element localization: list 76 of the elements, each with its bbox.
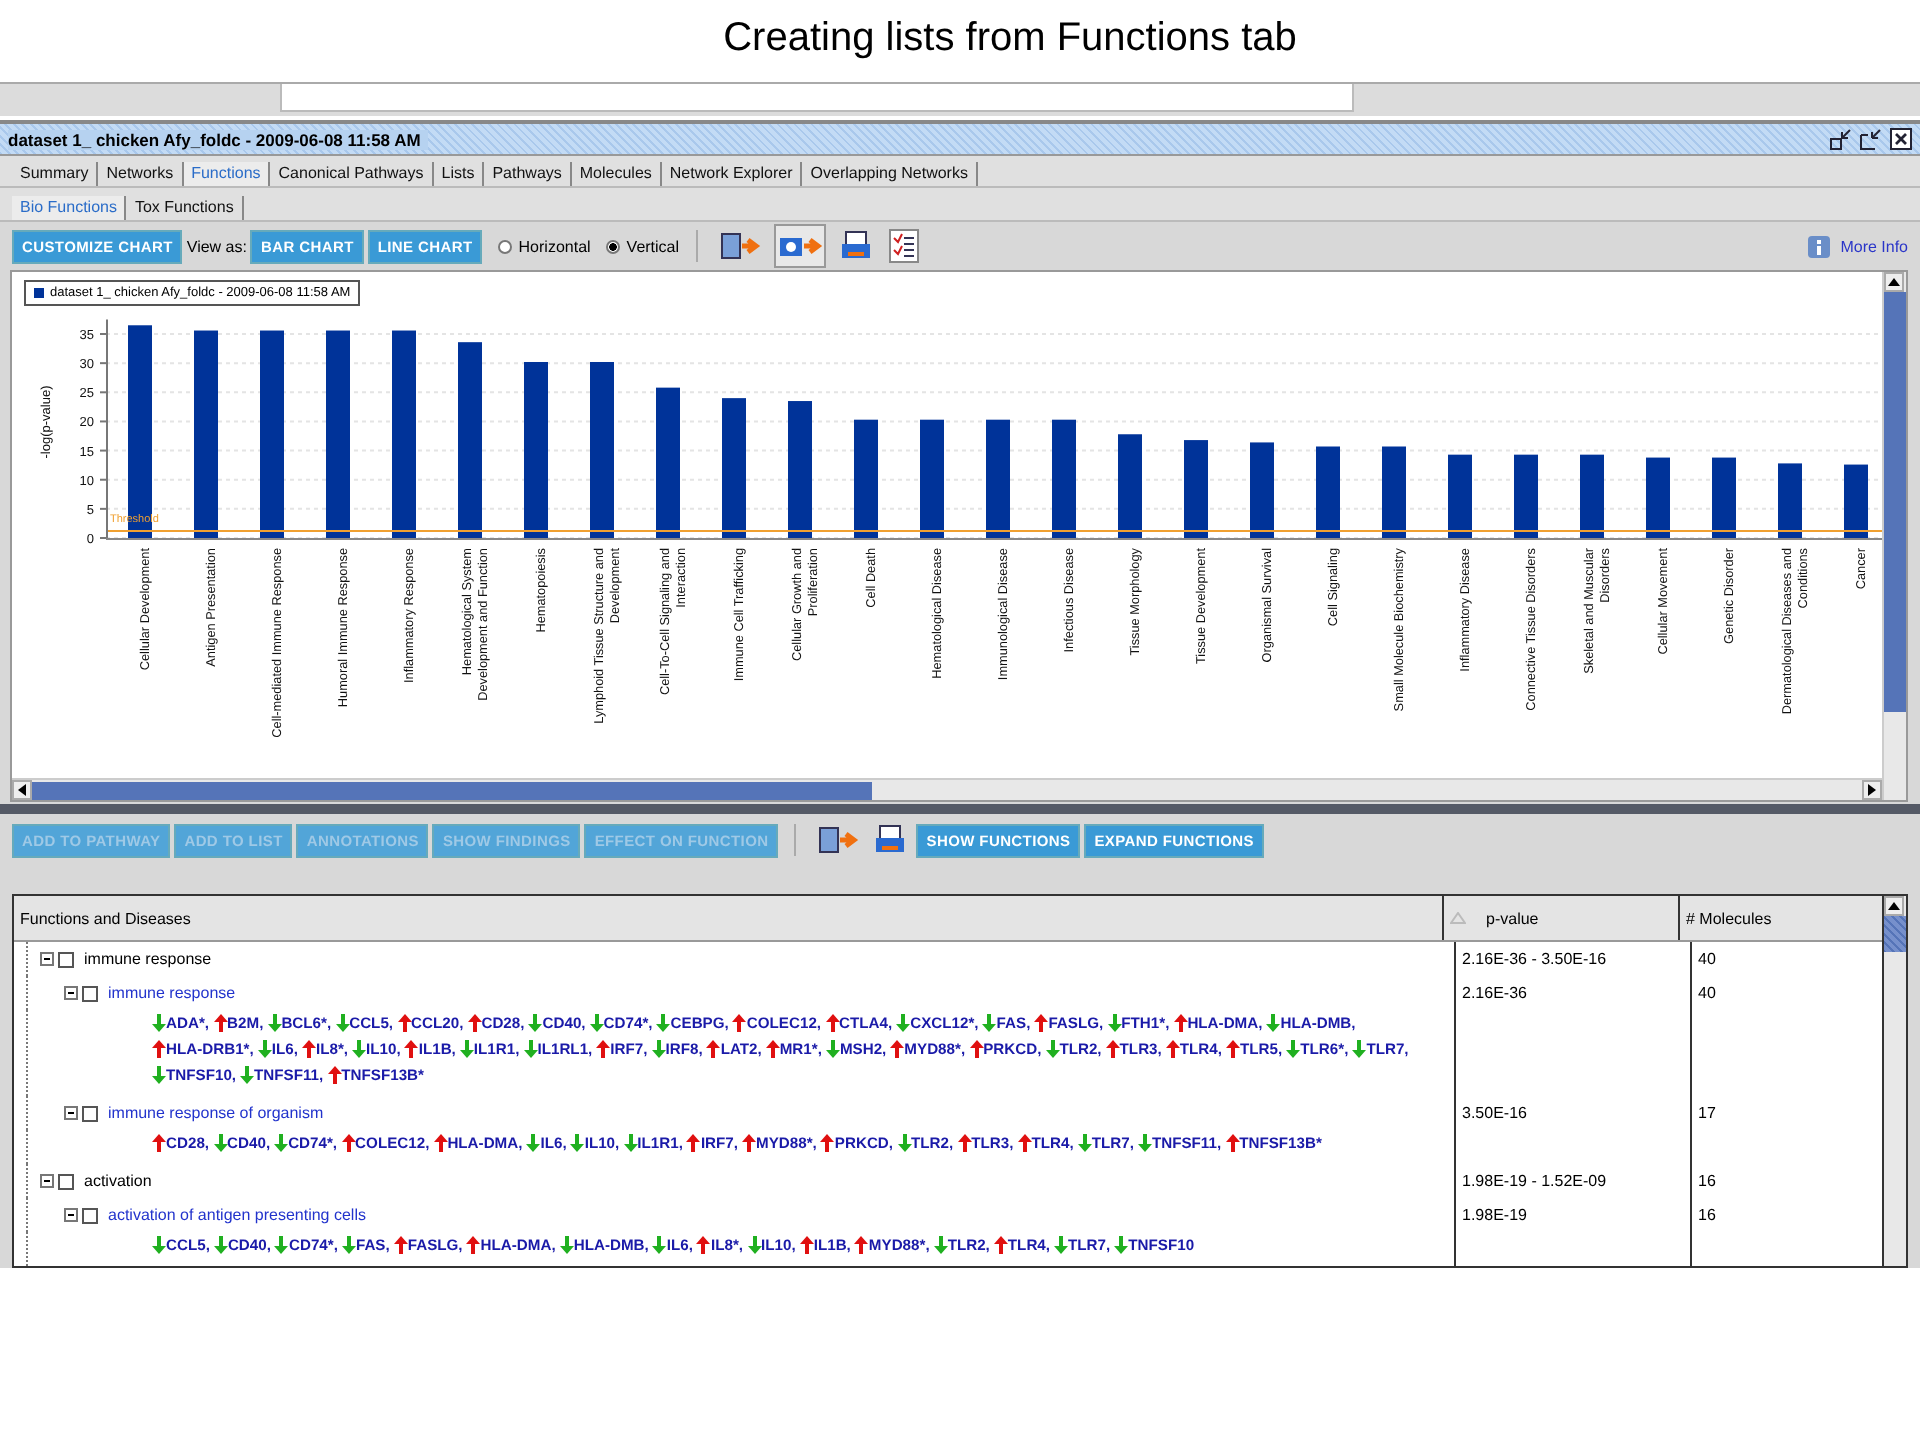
tab[interactable]: Network Explorer	[661, 162, 803, 186]
info-icon	[1808, 235, 1831, 257]
p-value-cell: 2.16E-36	[1454, 976, 1690, 1010]
bar	[1778, 463, 1802, 538]
bar	[1250, 442, 1274, 538]
tree-toggle-icon[interactable]	[64, 1106, 78, 1120]
export-icon[interactable]	[816, 822, 861, 858]
scroll-up-icon[interactable]	[1884, 272, 1904, 292]
bar	[920, 419, 944, 538]
tab[interactable]: Tox Functions	[126, 196, 244, 220]
restore-icon[interactable]	[1830, 128, 1852, 150]
p-value-cell: 3.50E-16	[1454, 1096, 1690, 1130]
radio-option[interactable]: Horizontal	[498, 237, 591, 255]
camera-icon[interactable]	[773, 224, 826, 268]
column-header[interactable]: p-value	[1442, 896, 1678, 940]
vertical-scrollbar[interactable]	[1882, 896, 1906, 1266]
function-category[interactable]: activation	[84, 1172, 152, 1190]
more-info-link[interactable]: More Info	[1840, 237, 1908, 255]
function-link[interactable]: immune response of organism	[108, 1104, 324, 1122]
tab[interactable]: Bio Functions	[12, 196, 127, 220]
view-as-label: View as:	[186, 237, 247, 255]
scrollbar-thumb[interactable]	[32, 781, 872, 799]
tab[interactable]: Summary	[12, 162, 99, 186]
tree-toggle-icon[interactable]	[40, 952, 54, 966]
bar	[1316, 446, 1340, 538]
scroll-up-icon[interactable]	[1884, 896, 1904, 916]
tree-toggle-icon[interactable]	[40, 1174, 54, 1188]
scrollbar-thumb[interactable]	[1884, 292, 1906, 712]
tab[interactable]: Lists	[433, 162, 485, 186]
window-title: dataset 1_ chicken Afy_foldc - 2009-06-08 11:58 AM	[8, 129, 429, 149]
radio-option[interactable]: Vertical	[606, 237, 680, 255]
scrollbar-thumb[interactable]	[1884, 916, 1906, 952]
function-category[interactable]: immune response	[84, 950, 212, 968]
export-icon[interactable]	[717, 228, 762, 264]
horizontal-scrollbar[interactable]	[12, 778, 1882, 800]
function-link[interactable]: immune response	[108, 984, 236, 1002]
checkbox[interactable]	[82, 985, 98, 1001]
function-link[interactable]: activation of antigen presenting cells	[108, 1206, 366, 1224]
print-icon[interactable]	[837, 228, 874, 264]
bar	[1514, 454, 1538, 538]
column-header[interactable]: Functions and Diseases	[14, 896, 1442, 940]
slide-title: Creating lists from Functions tab	[721, 14, 1299, 64]
checkbox[interactable]	[58, 951, 74, 967]
bar	[1580, 454, 1604, 538]
bar	[1712, 457, 1736, 538]
checkbox[interactable]	[82, 1105, 98, 1121]
p-value-cell: 1.98E-19 - 1.52E-09	[1454, 1164, 1690, 1198]
tab[interactable]: Molecules	[571, 162, 662, 186]
scroll-right-icon[interactable]	[1862, 780, 1882, 800]
checkbox[interactable]	[58, 1173, 74, 1189]
bar	[1844, 464, 1868, 538]
tab[interactable]: Pathways	[484, 162, 572, 186]
bar	[1118, 434, 1142, 538]
restore-icon[interactable]	[1860, 128, 1882, 150]
tree-toggle-icon[interactable]	[64, 1208, 78, 1222]
scroll-left-icon[interactable]	[12, 780, 32, 800]
tab[interactable]: Canonical Pathways	[270, 162, 434, 186]
tab[interactable]: Overlapping Networks	[802, 162, 978, 186]
bar	[986, 419, 1010, 538]
bar	[1382, 446, 1406, 538]
checkbox[interactable]	[82, 1207, 98, 1223]
tab[interactable]: Functions	[183, 162, 271, 186]
bar	[1052, 419, 1076, 538]
bar	[1646, 457, 1670, 538]
tree-toggle-icon[interactable]	[64, 986, 78, 1000]
bar	[722, 398, 746, 538]
checklist-icon[interactable]	[885, 228, 922, 264]
p-value-cell: 1.98E-19	[1454, 1198, 1690, 1232]
bar	[788, 401, 812, 538]
bar	[854, 419, 878, 538]
bar	[1184, 440, 1208, 538]
bar	[1448, 454, 1472, 538]
print-icon[interactable]	[872, 822, 909, 858]
p-value-cell: 2.16E-36 - 3.50E-16	[1454, 942, 1690, 976]
sort-icon	[1450, 912, 1466, 924]
close-icon[interactable]	[1890, 128, 1912, 150]
